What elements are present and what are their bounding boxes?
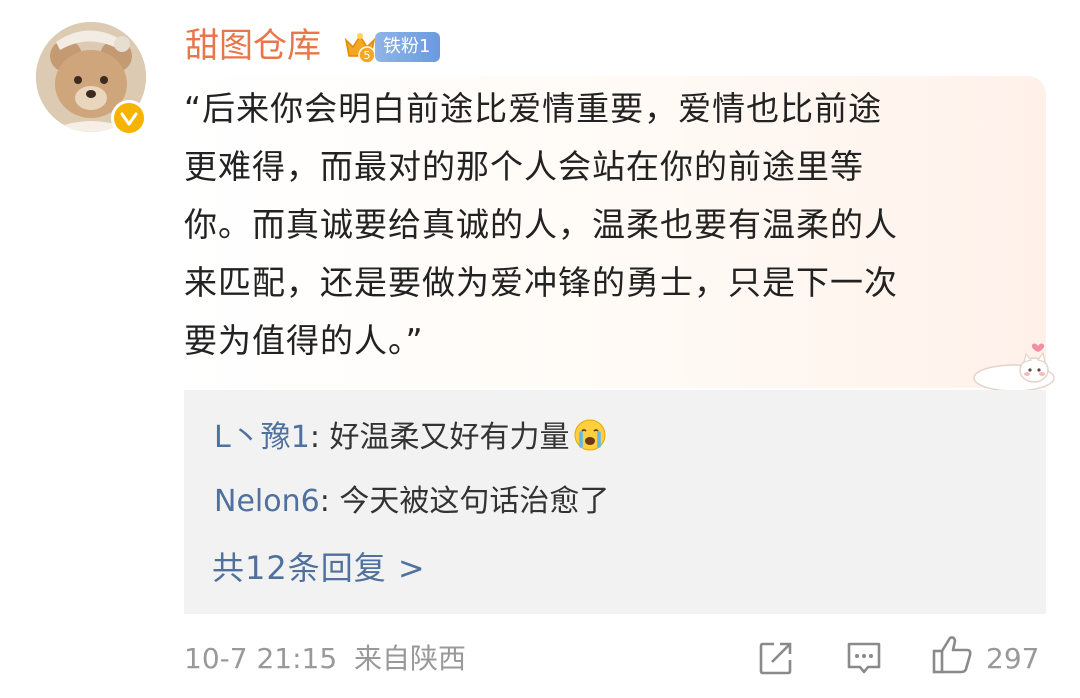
reply-author[interactable]: Nelon6: [214, 484, 320, 519]
cat-sticker-icon: [973, 343, 1055, 392]
timestamp: 10-7 21:15: [184, 642, 338, 675]
reply-separator: :: [309, 420, 330, 455]
fan-badge[interactable]: 铁粉1: [375, 32, 441, 62]
crown-level-text: 5: [364, 49, 371, 62]
verified-badge: [111, 100, 147, 136]
reply-item[interactable]: L丶豫1: 好温柔又好有力量: [214, 418, 607, 458]
quote-text: “后来你会明白前途比爱情重要，爱情也比前途 更难得，而最对的那个人会站在你的前途…: [184, 80, 1034, 370]
quote-line: 你。而真诚要给真诚的人，温柔也要有温柔的人: [184, 205, 898, 244]
username[interactable]: 甜图仓库: [185, 26, 321, 66]
share-icon[interactable]: [756, 638, 796, 678]
reply-item[interactable]: Nelon6: 今天被这句话治愈了: [214, 482, 609, 522]
post-meta: 10-7 21:15 来自陕西: [184, 642, 466, 676]
reply-separator: :: [319, 484, 340, 519]
crown-icon: 5: [344, 33, 376, 64]
like-count: 297: [986, 642, 1040, 675]
checkmark-icon: [120, 112, 138, 126]
like-icon[interactable]: [930, 634, 974, 676]
more-replies-link[interactable]: 共12条回复 >: [212, 548, 426, 588]
crying-emoji-icon: [574, 419, 606, 451]
reply-text: 今天被这句话治愈了: [339, 484, 610, 519]
quote-line: 更难得，而最对的那个人会站在你的前途里等: [184, 147, 864, 186]
post-source: 来自陕西: [354, 642, 467, 675]
comment-icon[interactable]: [844, 638, 884, 678]
reply-text: 好温柔又好有力量: [329, 420, 570, 455]
quote-line: 要为值得的人。”: [184, 321, 424, 360]
reply-author[interactable]: L丶豫1: [214, 420, 310, 455]
quote-line: 来匹配，还是要做为爱冲锋的勇士，只是下一次: [184, 263, 898, 302]
quote-line: “后来你会明白前途比爱情重要，爱情也比前途: [184, 89, 883, 128]
